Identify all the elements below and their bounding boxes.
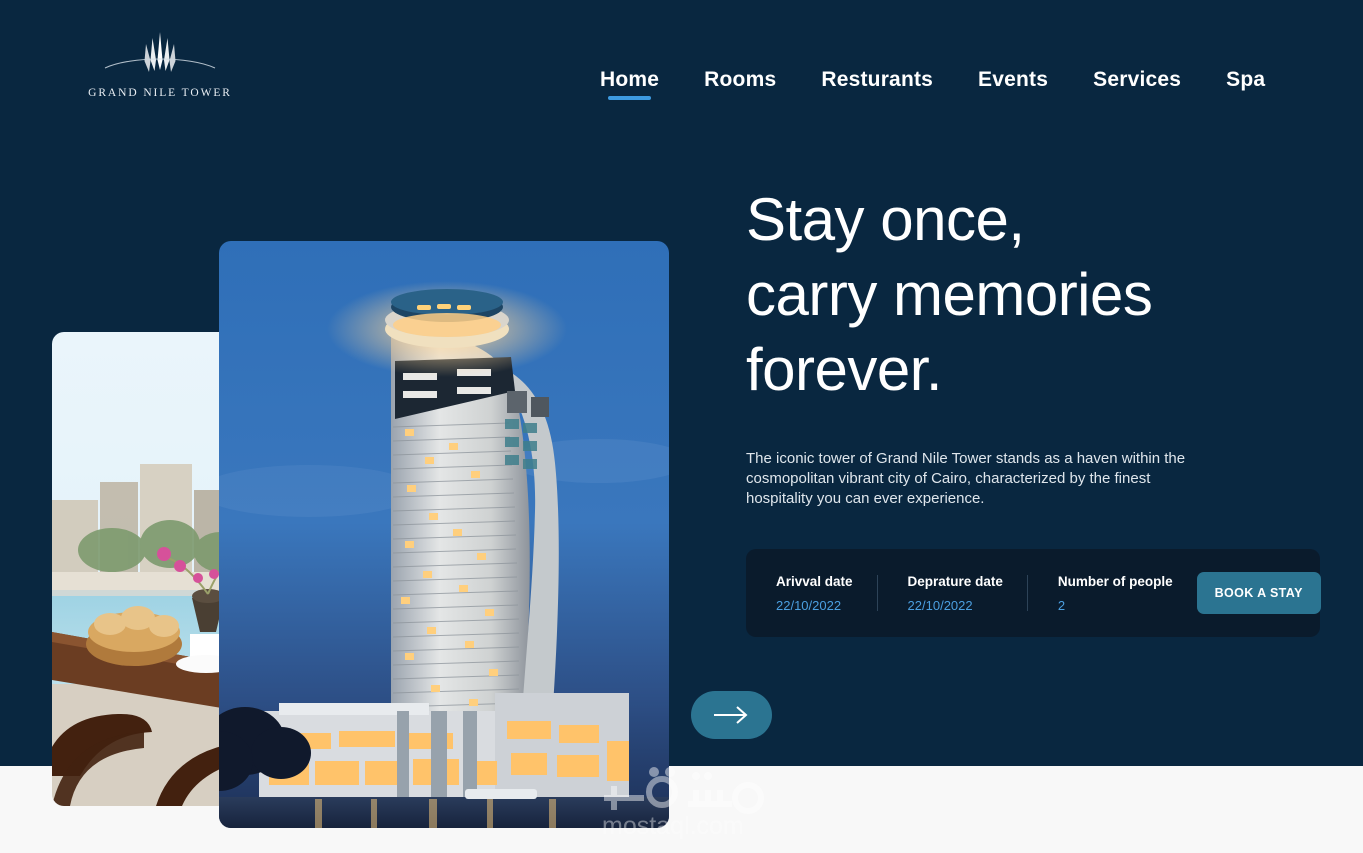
site-header: GRAND NILE TOWER Home Rooms Resturants E…: [0, 0, 1363, 145]
grand-nile-tower-photo: [219, 241, 669, 828]
number-of-people-value[interactable]: 2: [1058, 598, 1173, 613]
nav-item-rooms[interactable]: Rooms: [704, 68, 776, 106]
arrow-right-icon: [713, 706, 748, 724]
hero-title-line-2: carry memories: [746, 261, 1153, 328]
hero-title-line-3: forever.: [746, 336, 943, 403]
nav-item-services[interactable]: Services: [1093, 68, 1181, 106]
brand-logo[interactable]: GRAND NILE TOWER: [88, 30, 230, 99]
nile-tower-logo-icon: [104, 32, 216, 72]
main-gallery-image[interactable]: [219, 241, 669, 828]
arrival-date-label: Arivval date: [776, 573, 853, 589]
booking-bar: Arivval date 22/10/2022 Deprature date 2…: [746, 549, 1321, 637]
book-a-stay-button[interactable]: BOOK A STAY: [1196, 572, 1321, 614]
arrival-date-field[interactable]: Arivval date 22/10/2022: [746, 574, 877, 613]
departure-date-label: Deprature date: [907, 573, 1003, 589]
arrival-date-value[interactable]: 22/10/2022: [776, 598, 853, 613]
next-slide-button[interactable]: [691, 691, 772, 739]
nav-item-resturants[interactable]: Resturants: [821, 68, 933, 106]
number-of-people-label: Number of people: [1057, 573, 1173, 589]
hero-text-block: Stay once, carry memories forever. The i…: [746, 182, 1216, 509]
number-of-people-field[interactable]: Number of people 2: [1028, 574, 1197, 613]
nav-item-events[interactable]: Events: [978, 68, 1048, 106]
departure-date-field[interactable]: Deprature date 22/10/2022: [878, 574, 1027, 613]
brand-name: GRAND NILE TOWER: [88, 87, 232, 99]
main-navigation: Home Rooms Resturants Events Services Sp…: [600, 68, 1265, 106]
departure-date-value[interactable]: 22/10/2022: [908, 598, 1003, 613]
nav-item-home[interactable]: Home: [600, 68, 659, 106]
hero-description: The iconic tower of Grand Nile Tower sta…: [746, 450, 1186, 507]
landing-page: GRAND NILE TOWER Home Rooms Resturants E…: [0, 0, 1363, 853]
page-title: Stay once, carry memories forever.: [746, 182, 1216, 407]
hero-title-line-1: Stay once,: [746, 186, 1025, 253]
nav-item-spa[interactable]: Spa: [1226, 68, 1265, 106]
